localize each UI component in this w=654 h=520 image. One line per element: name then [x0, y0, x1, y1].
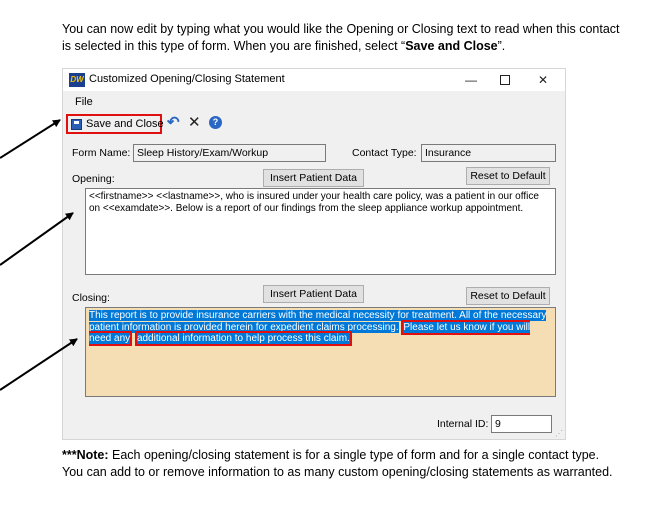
intro-bold-text: Save and Close [405, 39, 498, 53]
reset-default-opening-button[interactable]: Reset to Default [466, 167, 550, 185]
opening-textarea[interactable]: <<firstname>> <<lastname>>, who is insur… [85, 188, 556, 275]
undo-icon[interactable]: ↶ [167, 115, 180, 131]
insert-patient-data-opening-button[interactable]: Insert Patient Data [263, 169, 364, 187]
menu-file[interactable]: File [75, 96, 93, 108]
help-icon[interactable]: ? [209, 116, 222, 129]
statement-window: DW Customized Opening/Closing Statement … [62, 68, 566, 440]
maximize-button[interactable] [485, 69, 525, 91]
closing-highlight-2: additional information to help process t… [134, 331, 352, 346]
app-logo-icon: DW [69, 73, 85, 87]
closing-textarea[interactable]: This report is to provide insurance carr… [85, 307, 556, 397]
contact-type-label: Contact Type: [352, 147, 417, 159]
menu-bar: File [63, 93, 565, 111]
insert-patient-data-closing-button[interactable]: Insert Patient Data [263, 285, 364, 303]
arrow-to-save-button [0, 119, 61, 159]
window-title: Customized Opening/Closing Statement [89, 73, 285, 85]
intro-text: You can now edit by typing what you woul… [62, 22, 620, 53]
note-paragraph: ***Note: Each opening/closing statement … [62, 447, 622, 481]
form-name-label: Form Name: [72, 147, 131, 159]
save-and-close-button[interactable]: Save and Close [66, 114, 164, 134]
contact-type-field: Insurance [421, 144, 556, 162]
toolbar: Save and Close ↶ ✕ ? [63, 113, 565, 135]
cancel-icon[interactable]: ✕ [188, 114, 201, 131]
save-icon [71, 119, 82, 130]
form-name-field: Sleep History/Exam/Workup [133, 144, 326, 162]
internal-id-label: Internal ID: [437, 418, 489, 430]
internal-id-field[interactable]: 9 [491, 415, 552, 433]
reset-default-closing-button[interactable]: Reset to Default [466, 287, 550, 305]
closing-label: Closing: [72, 292, 110, 304]
intro-text-end: ”. [497, 39, 506, 53]
title-bar[interactable]: DW Customized Opening/Closing Statement … [63, 69, 565, 91]
opening-label: Opening: [72, 173, 115, 185]
note-text: Each opening/closing statement is for a … [62, 448, 613, 479]
save-and-close-label: Save and Close [86, 118, 164, 130]
note-bold: ***Note: [62, 448, 109, 462]
intro-paragraph: You can now edit by typing what you woul… [62, 21, 622, 55]
close-window-button[interactable]: ✕ [523, 69, 563, 91]
resize-grip-icon[interactable]: ⋰ [555, 429, 563, 438]
maximize-icon [500, 74, 510, 85]
